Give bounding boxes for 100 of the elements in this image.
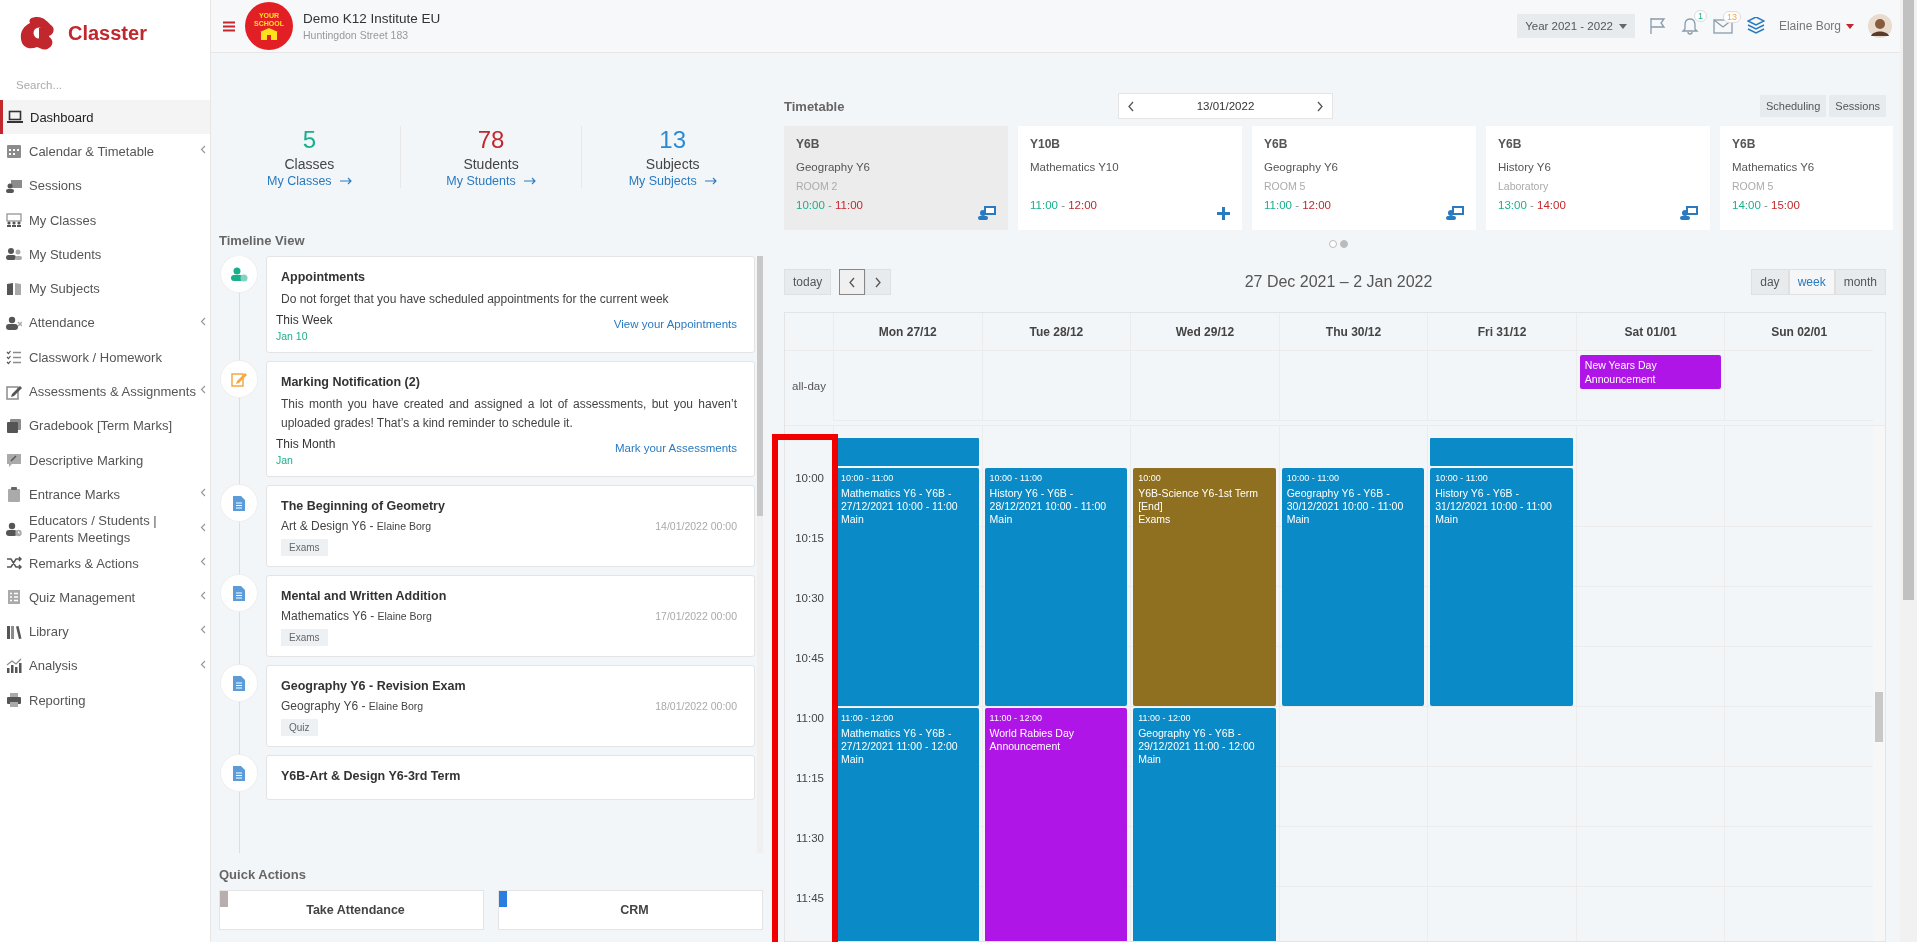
presenter-icon[interactable] — [1680, 205, 1698, 220]
toolbar-button[interactable]: Sessions — [1829, 95, 1886, 117]
sidebar-item[interactable]: Sessions — [0, 168, 210, 203]
card-link[interactable]: Mark your Assessments — [614, 442, 737, 454]
sidebar-item[interactable]: Remarks & Actions — [0, 545, 210, 581]
subject-name: Geography Y6 — [1264, 161, 1339, 173]
sidebar-item[interactable]: Library — [0, 614, 210, 649]
next-button[interactable] — [865, 269, 892, 295]
carousel-dot[interactable] — [1329, 240, 1337, 248]
calendar-icon — [6, 143, 22, 160]
scrollbar[interactable] — [1873, 426, 1885, 941]
presenter-icon[interactable] — [978, 205, 996, 220]
card-link[interactable]: View your Appointments — [613, 318, 737, 330]
calendar-event[interactable]: 10:00 - 11:00 History Y6 - Y6B - 31/12/2021 10:00 - 11:00 Main — [1430, 468, 1573, 706]
calendar-event[interactable]: 11:00 - 12:00 Mathematics Y6 - Y6B - 27/12/2021 11:00 - 12:00 Main — [836, 708, 979, 941]
sidebar-item[interactable]: Dashboard — [0, 100, 210, 135]
layers-icon[interactable] — [1746, 17, 1765, 35]
arrow-icon — [704, 177, 717, 185]
card-text: Do not forget that you have scheduled appointments for the current week — [281, 291, 670, 308]
time-label: 10:45 — [795, 652, 824, 664]
calendar-event[interactable]: 11:00 - 12:00 Geography Y6 - Y6B - 29/12/2021 11:00 - 12:00 Main — [1133, 708, 1276, 941]
period-label: This Month — [276, 437, 336, 451]
sidebar-item[interactable]: Entrance Marks — [0, 477, 210, 512]
due-date: 14/01/2022 00:00 — [655, 520, 737, 532]
sidebar-item[interactable]: My Classes — [0, 202, 210, 238]
clipboard-icon — [6, 486, 22, 503]
view-tab[interactable]: week — [1788, 269, 1835, 295]
calendar-event[interactable]: 10:00 - 11:00 Mathematics Y6 - Y6B - 27/12/2021 10:00 - 11:00 Main — [836, 468, 979, 706]
carousel-dot[interactable] — [1340, 240, 1348, 248]
sidebar-item[interactable]: Descriptive Marking — [0, 442, 210, 478]
stat-link[interactable]: My Subjects — [628, 174, 717, 188]
document-icon — [233, 585, 245, 601]
bell-icon[interactable] — [1680, 17, 1699, 35]
calendar-event[interactable]: 10:00 - 11:00 Geography Y6 - Y6B - 30/12/2021 10:00 - 11:00 Main — [1281, 468, 1425, 706]
date-picker[interactable]: 13/01/2022 — [1118, 93, 1333, 119]
day-header: Fri 31/12 — [1477, 324, 1527, 339]
sidebar-item[interactable]: My Subjects — [0, 271, 210, 306]
sidebar-item[interactable]: Attendance — [0, 305, 210, 341]
sidebar-item[interactable]: Assessments & Assignments — [0, 374, 210, 409]
sidebar-item[interactable]: My Students — [0, 237, 210, 272]
sidebar-item[interactable]: Analysis — [0, 648, 210, 684]
view-tab[interactable]: month — [1834, 269, 1886, 295]
due-date: 18/01/2022 00:00 — [655, 700, 737, 712]
lesson-card[interactable]: Y6B Geography Y6 ROOM 5 11:00 - 12:00 — [1252, 126, 1476, 230]
subject-name: Geography Y6 — [796, 161, 871, 173]
caret-icon — [1618, 23, 1627, 29]
sidebar-item[interactable]: Reporting — [0, 683, 210, 718]
menu-icon[interactable] — [223, 20, 235, 32]
lesson-time: 13:00 - 14:00 — [1498, 199, 1567, 211]
lesson-card[interactable]: Y6B Geography Y6 ROOM 2 10:00 - 11:00 — [784, 126, 1008, 230]
lesson-card[interactable]: Y6B Mathematics Y6 ROOM 5 14:00 - 15:00 — [1720, 126, 1893, 230]
lesson-card[interactable]: Y6B History Y6 Laboratory 13:00 - 14:00 — [1486, 126, 1710, 230]
arrow-icon — [339, 177, 352, 185]
view-tab[interactable]: day — [1751, 269, 1789, 295]
date-label: Jan — [276, 454, 294, 466]
plus-icon[interactable] — [1217, 207, 1230, 220]
all-day-label: all-day — [792, 380, 826, 392]
search-field[interactable]: Search... — [14, 78, 188, 92]
day-header: Thu 30/12 — [1325, 324, 1382, 339]
time-label: 11:15 — [796, 772, 824, 784]
room-name: ROOM 5 — [1732, 180, 1774, 192]
quick-action-card[interactable]: Take Attendance — [219, 890, 484, 930]
room-name: ROOM 2 — [796, 180, 838, 192]
chevron-left-icon — [1127, 100, 1135, 112]
lesson-card[interactable]: Y10B Mathematics Y10 11:00 - 12:00 — [1018, 126, 1242, 230]
stack-icon — [6, 417, 22, 434]
flag-icon[interactable] — [1648, 17, 1667, 35]
sidebar-item[interactable]: Calendar & Timetable — [0, 134, 210, 169]
today-button[interactable]: today — [784, 269, 832, 295]
sidebar-item[interactable]: Educators / Students | Parents Meetings — [0, 511, 210, 546]
year-dropdown[interactable]: Year 2021 - 2022 — [1517, 14, 1635, 38]
stat-value: 5 — [302, 126, 316, 154]
envelope-icon[interactable] — [1712, 18, 1733, 34]
sidebar-item[interactable]: Quiz Management — [0, 580, 210, 615]
sidebar-item[interactable]: Gradebook [Term Marks] — [0, 408, 210, 443]
stat-label: Subjects — [645, 156, 700, 172]
calendar-event[interactable]: 10:00 Y6B-Science Y6-1st Term [End] Exams — [1133, 468, 1276, 706]
list-box-icon — [6, 589, 22, 606]
class-name: Y6B — [1498, 137, 1523, 151]
calendar-event[interactable]: 10:00 - 11:00 History Y6 - Y6B - 28/12/2021 10:00 - 11:00 Main — [984, 468, 1128, 706]
user-menu[interactable]: Elaine Borg — [1778, 19, 1854, 33]
subject-name: Mathematics Y6 — [1732, 161, 1816, 173]
due-date: 17/01/2022 00:00 — [655, 610, 737, 622]
stat-link[interactable]: My Classes — [267, 174, 352, 188]
day-header: Tue 28/12 — [1029, 324, 1084, 339]
calendar-event[interactable]: 11:00 - 12:00 World Rabies Day Announcement — [984, 708, 1128, 941]
toolbar-button[interactable]: Scheduling — [1759, 95, 1827, 117]
scrollbar[interactable] — [757, 256, 763, 853]
scrollbar[interactable] — [1900, 0, 1917, 942]
category-tag: Quiz — [281, 719, 318, 736]
avatar[interactable] — [1868, 14, 1892, 38]
stat-link[interactable]: My Students — [446, 174, 536, 188]
quick-action-card[interactable]: CRM — [498, 890, 763, 930]
section-title: Quick Actions — [219, 867, 307, 882]
calendar-event[interactable]: New Years Day Announcement — [1579, 355, 1722, 389]
arrow-icon — [523, 177, 536, 185]
presenter-icon[interactable] — [1446, 205, 1464, 220]
previous-button[interactable] — [839, 269, 866, 295]
users-icon — [6, 246, 22, 263]
sidebar-item[interactable]: Classwork / Homework — [0, 340, 210, 375]
